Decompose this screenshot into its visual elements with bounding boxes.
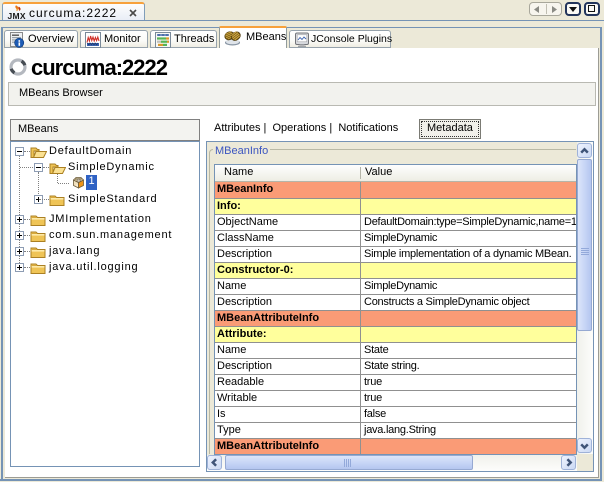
svg-text:JMX: JMX — [8, 11, 26, 21]
